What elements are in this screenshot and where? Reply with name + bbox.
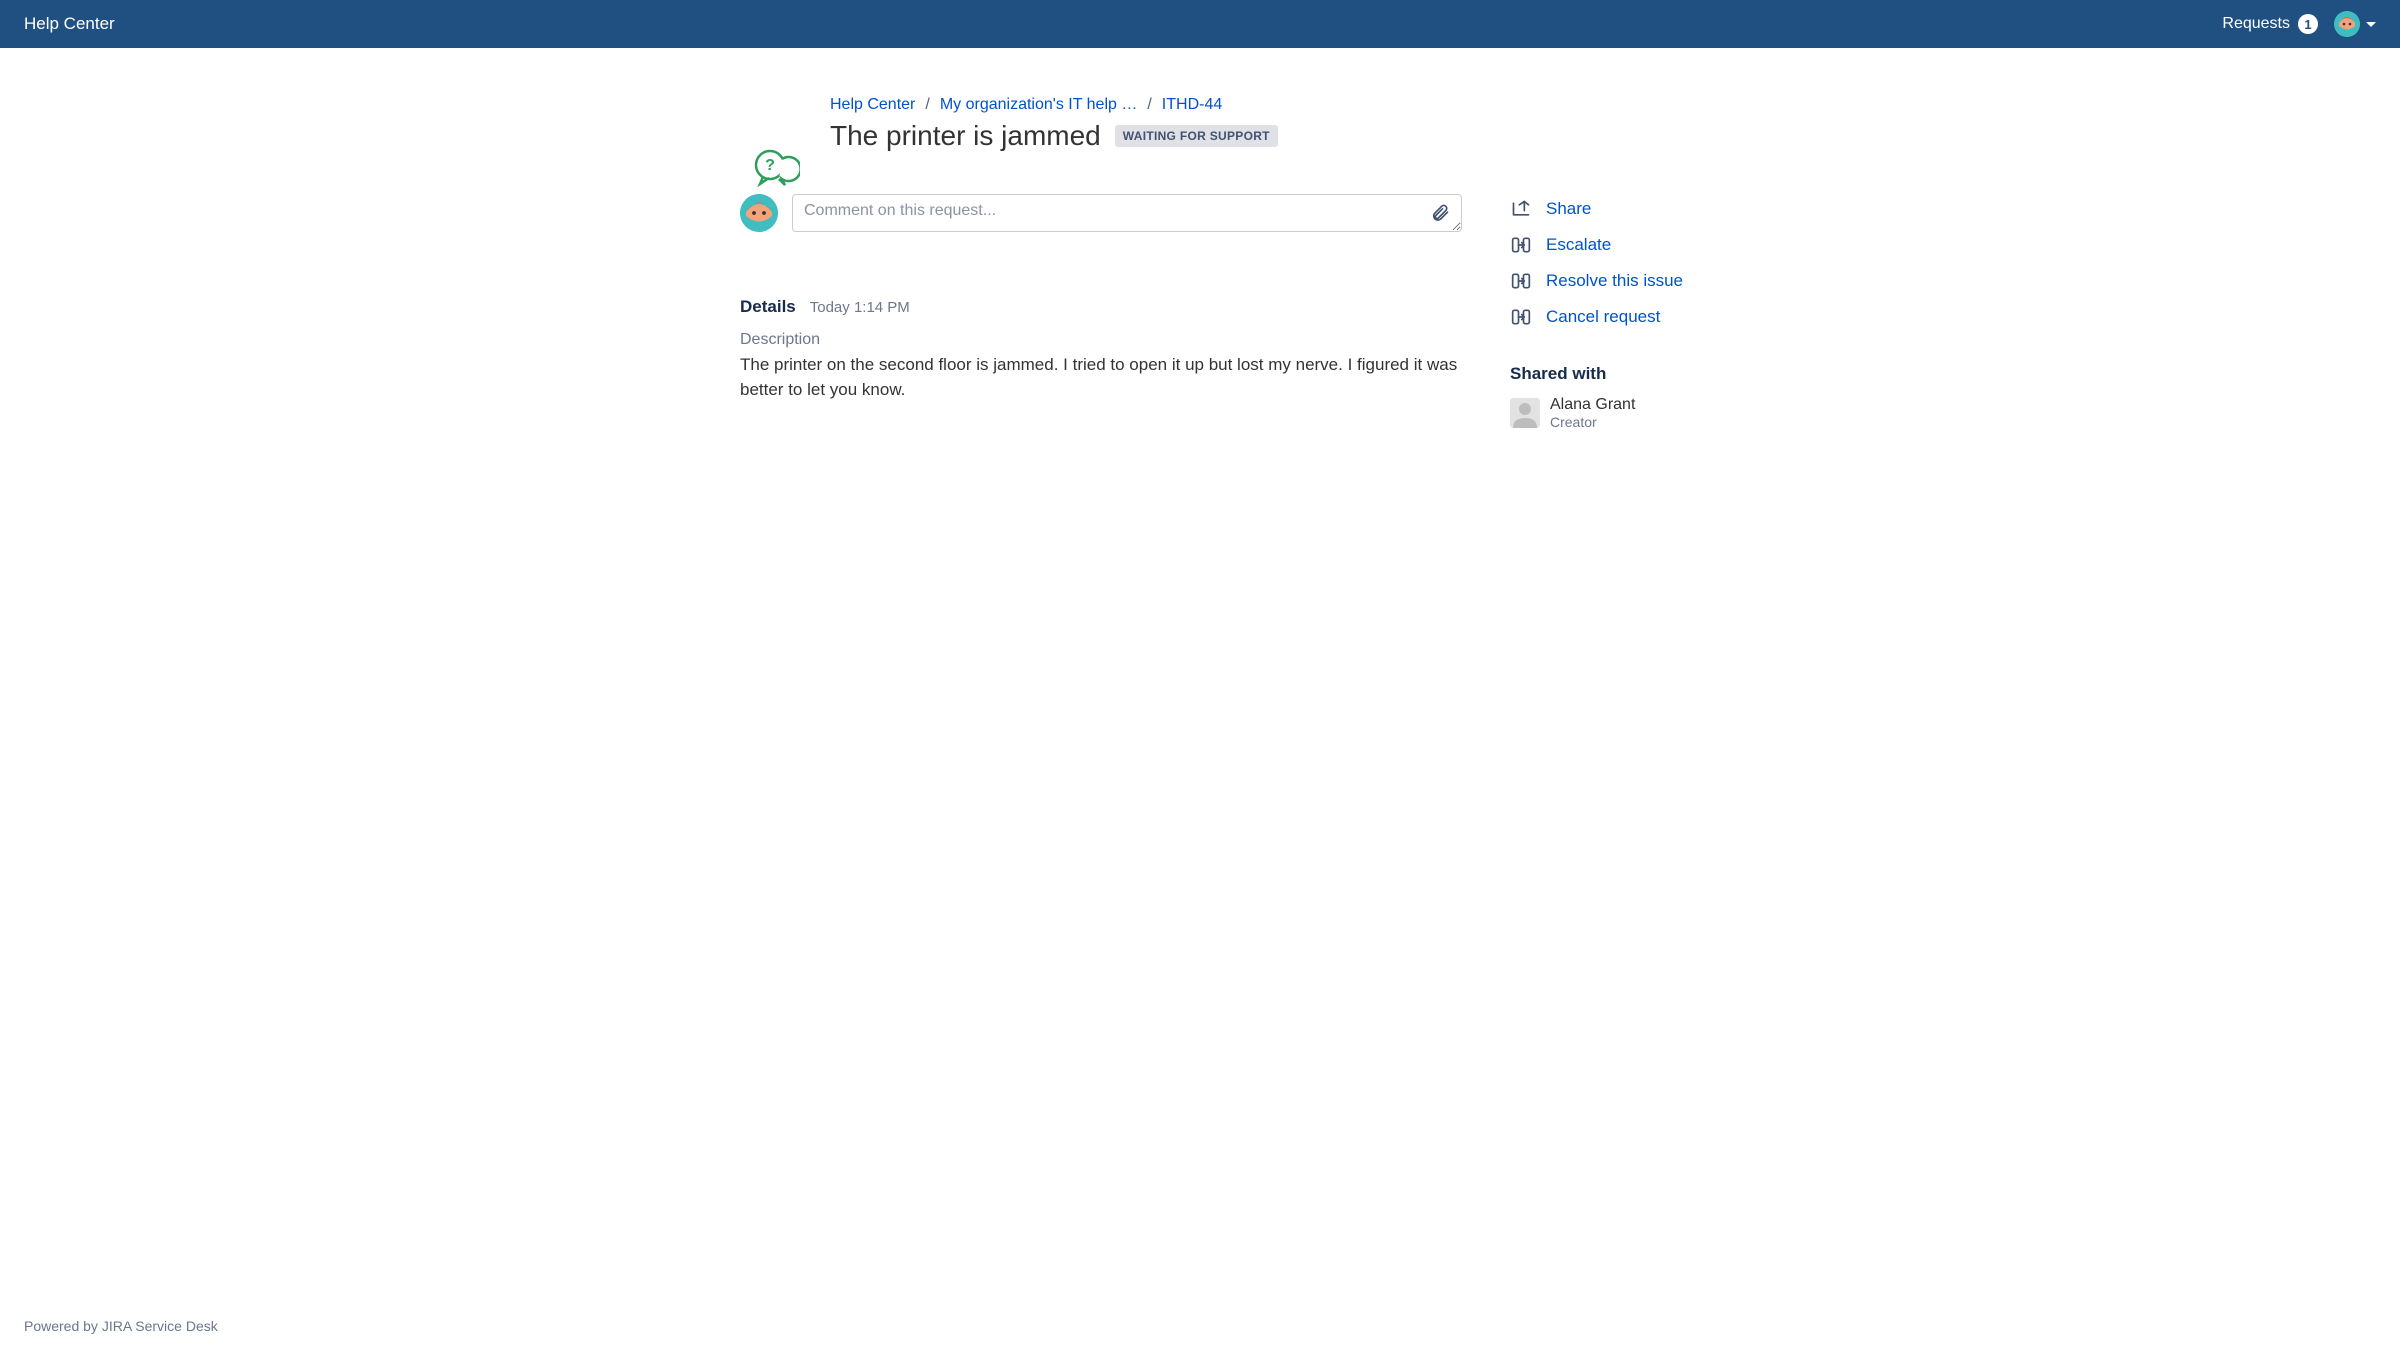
chevron-down-icon [2366, 22, 2376, 27]
transition-icon [1510, 270, 1532, 292]
comment-row [740, 194, 1462, 237]
request-type-icon: ? [752, 148, 800, 188]
topbar-title[interactable]: Help Center [24, 14, 115, 34]
action-list: Share Escalate [1510, 198, 1770, 328]
transition-icon [1510, 234, 1532, 256]
participant-name: Alana Grant [1550, 396, 1635, 414]
shared-with-heading: Shared with [1510, 364, 1770, 384]
escalate-action[interactable]: Escalate [1510, 234, 1770, 256]
requests-label: Requests [2222, 15, 2290, 33]
cancel-action[interactable]: Cancel request [1510, 306, 1770, 328]
breadcrumb-home[interactable]: Help Center [830, 96, 915, 114]
request-header: Help Center / My organization's IT help … [830, 96, 1770, 152]
breadcrumb: Help Center / My organization's IT help … [830, 96, 1770, 114]
requests-menu[interactable]: Requests 1 [2222, 14, 2318, 34]
status-badge: WAITING FOR SUPPORT [1115, 125, 1278, 147]
breadcrumb-key[interactable]: ITHD-44 [1162, 96, 1222, 114]
description-value: The printer on the second floor is jamme… [740, 353, 1460, 402]
svg-text:?: ? [765, 157, 775, 174]
share-action[interactable]: Share [1510, 198, 1770, 220]
breadcrumb-project[interactable]: My organization's IT help … [940, 96, 1138, 114]
breadcrumb-separator: / [1147, 96, 1151, 114]
topbar: Help Center Requests 1 [0, 0, 2400, 48]
participant-role: Creator [1550, 414, 1635, 430]
action-link: Share [1546, 199, 1591, 219]
avatar [740, 194, 778, 232]
action-link: Escalate [1546, 235, 1611, 255]
user-menu[interactable] [2334, 11, 2376, 37]
footer-text: Powered by JIRA Service Desk [24, 1318, 218, 1334]
content-row: Details Today 1:14 PM Description The pr… [740, 194, 1770, 430]
page: ? Help Center / My organization's IT hel… [610, 48, 1790, 490]
details-heading: Details [740, 297, 796, 317]
action-link: Cancel request [1546, 307, 1660, 327]
requests-count-badge: 1 [2298, 14, 2318, 34]
left-column: Details Today 1:14 PM Description The pr… [740, 194, 1462, 430]
transition-icon [1510, 306, 1532, 328]
comment-input-wrap [792, 194, 1462, 237]
attach-button[interactable] [1428, 200, 1452, 229]
topbar-right: Requests 1 [2222, 11, 2376, 37]
avatar [2334, 11, 2360, 37]
right-column: Share Escalate [1510, 194, 1770, 430]
paperclip-icon [1430, 212, 1450, 227]
details-section: Details Today 1:14 PM Description The pr… [740, 297, 1462, 402]
breadcrumb-separator: / [925, 96, 929, 114]
shared-with-section: Shared with Alana Grant Creator [1510, 364, 1770, 430]
resolve-action[interactable]: Resolve this issue [1510, 270, 1770, 292]
description-label: Description [740, 331, 1462, 349]
avatar-placeholder-icon [1510, 398, 1540, 428]
action-link: Resolve this issue [1546, 271, 1683, 291]
share-icon [1510, 198, 1532, 220]
comment-input[interactable] [792, 194, 1462, 232]
participant-row: Alana Grant Creator [1510, 396, 1770, 430]
request-summary: The printer is jammed [830, 120, 1101, 152]
details-timestamp: Today 1:14 PM [810, 299, 910, 316]
